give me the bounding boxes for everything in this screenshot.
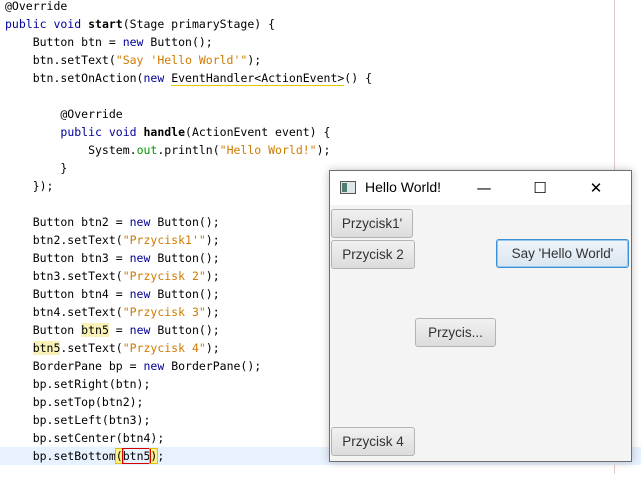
center-button-przycisk3[interactable]: Przycis... — [415, 318, 496, 347]
window-titlebar[interactable]: Hello World! — ☐ ✕ — [330, 171, 631, 205]
code-line[interactable]: btn.setOnAction(new EventHandler<ActionE… — [0, 69, 641, 87]
left-button-przycisk2[interactable]: Przycisk 2 — [331, 240, 415, 269]
top-button-przycisk1[interactable]: Przycisk1' — [331, 209, 413, 238]
code-line[interactable]: btn.setText("Say 'Hello World'"); — [0, 51, 641, 69]
maximize-button[interactable]: ☐ — [517, 171, 563, 205]
close-icon: ✕ — [589, 179, 603, 197]
right-button-say-hello-world[interactable]: Say 'Hello World' — [496, 239, 629, 268]
code-line[interactable]: Button btn = new Button(); — [0, 33, 641, 51]
code-line[interactable]: public void start(Stage primaryStage) { — [0, 15, 641, 33]
annotation: @Override — [5, 0, 68, 13]
code-line[interactable]: @Override — [0, 0, 641, 15]
code-line[interactable]: public void handle(ActionEvent event) { — [0, 123, 641, 141]
hello-world-window[interactable]: Hello World! — ☐ ✕ Przycisk1' Przycisk 2… — [329, 170, 632, 462]
maximize-icon: ☐ — [533, 179, 547, 197]
close-button[interactable]: ✕ — [573, 171, 619, 205]
java-app-icon — [340, 181, 356, 194]
minimize-icon: — — [476, 179, 492, 197]
bottom-button-przycisk4[interactable]: Przycisk 4 — [331, 427, 415, 456]
code-line[interactable]: @Override — [0, 105, 641, 123]
window-title: Hello World! — [365, 179, 441, 195]
code-line[interactable]: System.out.println("Hello World!"); — [0, 141, 641, 159]
minimize-button[interactable]: — — [461, 171, 507, 205]
